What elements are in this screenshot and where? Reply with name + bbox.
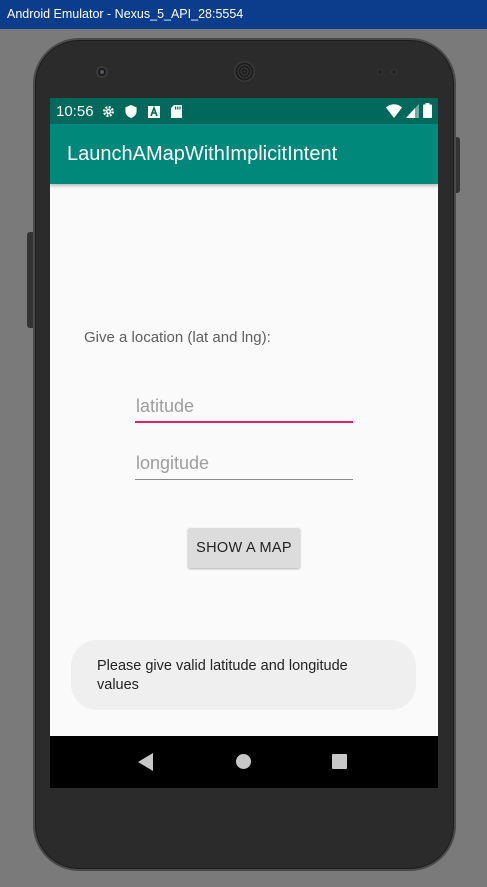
latitude-field-container [135, 391, 353, 423]
sd-card-icon [170, 104, 184, 118]
shield-icon [124, 104, 138, 118]
home-icon[interactable] [236, 754, 251, 769]
latitude-input[interactable] [135, 391, 353, 423]
longitude-field-container [135, 448, 353, 480]
emulator-title-bar[interactable]: Android Emulator - Nexus_5_API_28:5554 [0, 0, 487, 29]
location-prompt-label: Give a location (lat and lng): [84, 329, 271, 346]
app-title: LaunchAMapWithImplicitIntent [67, 143, 338, 165]
signal-icon [406, 103, 419, 122]
show-map-button[interactable]: SHOW A MAP [188, 528, 300, 568]
gear-icon [102, 105, 115, 118]
wifi-icon [386, 103, 402, 122]
app-bar: LaunchAMapWithImplicitIntent [50, 124, 438, 184]
front-camera-icon [96, 66, 108, 78]
back-icon[interactable] [138, 753, 153, 771]
device-screen: 10:56 LaunchAMapWithImplicitIntent Give … [50, 98, 438, 788]
font-a-icon [147, 105, 161, 118]
status-time: 10:56 [56, 102, 94, 120]
earpiece-speaker-icon [234, 61, 255, 82]
recents-icon[interactable] [332, 754, 347, 769]
battery-icon [423, 103, 432, 122]
status-bar: 10:56 [50, 98, 438, 124]
toast-text: Please give valid latitude and longitude… [97, 658, 348, 693]
emulator-title: Android Emulator - Nexus_5_API_28:5554 [7, 7, 244, 21]
proximity-sensor [377, 69, 383, 75]
light-sensor [391, 69, 397, 75]
longitude-input[interactable] [135, 448, 353, 480]
navigation-bar [50, 736, 438, 788]
toast-message: Please give valid latitude and longitude… [71, 640, 416, 710]
